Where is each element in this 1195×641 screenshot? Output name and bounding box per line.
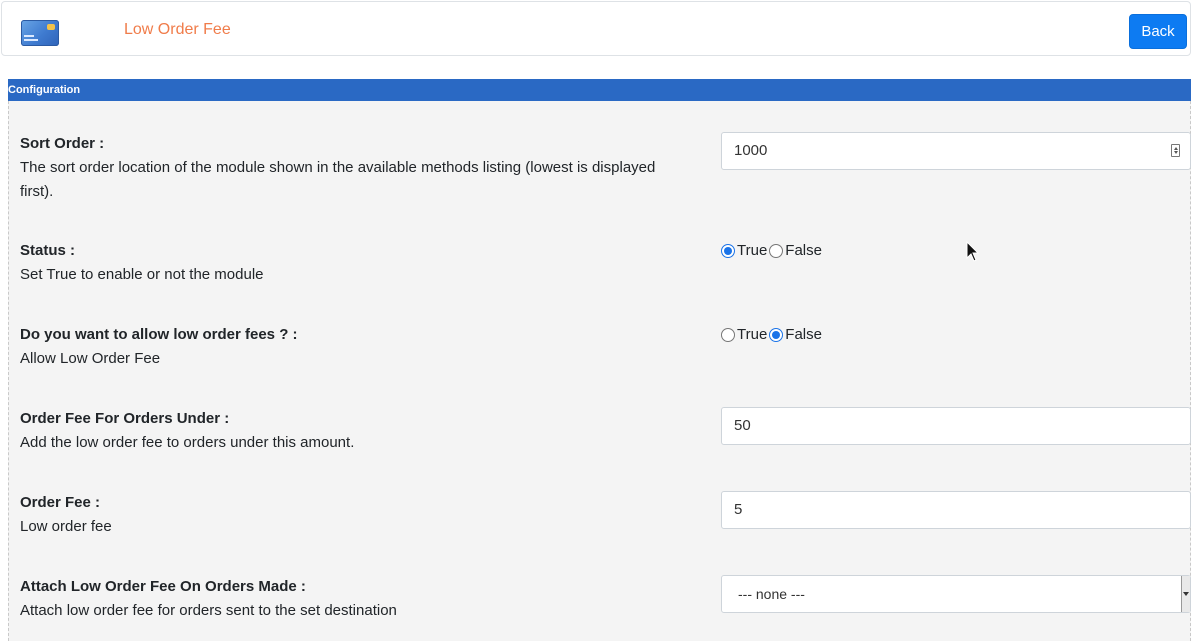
setting-description: Low order fee bbox=[20, 518, 112, 535]
radio-label: True bbox=[737, 242, 768, 259]
setting-description: Add the low order fee to orders under th… bbox=[20, 434, 355, 451]
setting-label: Status : bbox=[20, 242, 76, 259]
setting-label: Do you want to allow low order fees ? : bbox=[20, 326, 298, 343]
configuration-panel: Sort Order : The sort order location of … bbox=[8, 101, 1191, 641]
sort-order-input[interactable]: 1000 bbox=[721, 132, 1191, 170]
page-title: Low Order Fee bbox=[124, 21, 231, 38]
setting-description: Allow Low Order Fee bbox=[20, 350, 161, 367]
status-false-option[interactable]: False bbox=[769, 242, 822, 259]
status-radio-group: True False bbox=[721, 242, 824, 259]
radio-label: False bbox=[785, 242, 822, 259]
module-header: Low Order Fee Back bbox=[1, 1, 1191, 56]
radio-unchecked-icon[interactable] bbox=[721, 327, 735, 342]
section-title: Configuration bbox=[8, 79, 1191, 101]
radio-checked-icon[interactable] bbox=[721, 243, 735, 258]
order-fee-value: 5 bbox=[734, 501, 743, 518]
back-button[interactable]: Back bbox=[1129, 14, 1187, 49]
destination-selected-value: --- none --- bbox=[738, 586, 805, 602]
setting-description: Attach low order fee for orders sent to … bbox=[20, 602, 397, 619]
sort-order-value: 1000 bbox=[734, 142, 768, 159]
fee-threshold-value: 50 bbox=[734, 417, 751, 434]
status-true-option[interactable]: True bbox=[721, 242, 767, 259]
allow-fees-false-option[interactable]: False bbox=[769, 326, 822, 343]
allow-fees-radio-group: True False bbox=[721, 326, 824, 343]
fee-threshold-input[interactable]: 50 bbox=[721, 407, 1191, 445]
setting-description: The sort order location of the module sh… bbox=[20, 159, 656, 200]
radio-unchecked-icon[interactable] bbox=[769, 243, 784, 258]
order-fee-input[interactable]: 5 bbox=[721, 491, 1191, 529]
spinner-icon[interactable] bbox=[1171, 144, 1180, 157]
setting-description: Set True to enable or not the module bbox=[20, 266, 264, 283]
setting-status: Status : Set True to enable or not the m… bbox=[20, 239, 1190, 287]
mouse-cursor-icon bbox=[966, 241, 980, 262]
chevron-down-icon[interactable] bbox=[1181, 576, 1190, 612]
allow-fees-true-option[interactable]: True bbox=[721, 326, 767, 343]
destination-select[interactable]: --- none --- bbox=[721, 575, 1191, 613]
radio-label: False bbox=[785, 326, 822, 343]
radio-checked-icon[interactable] bbox=[769, 327, 784, 342]
credit-card-icon bbox=[21, 20, 59, 46]
setting-allow-fees: Do you want to allow low order fees ? : … bbox=[20, 323, 1190, 371]
radio-label: True bbox=[737, 326, 768, 343]
